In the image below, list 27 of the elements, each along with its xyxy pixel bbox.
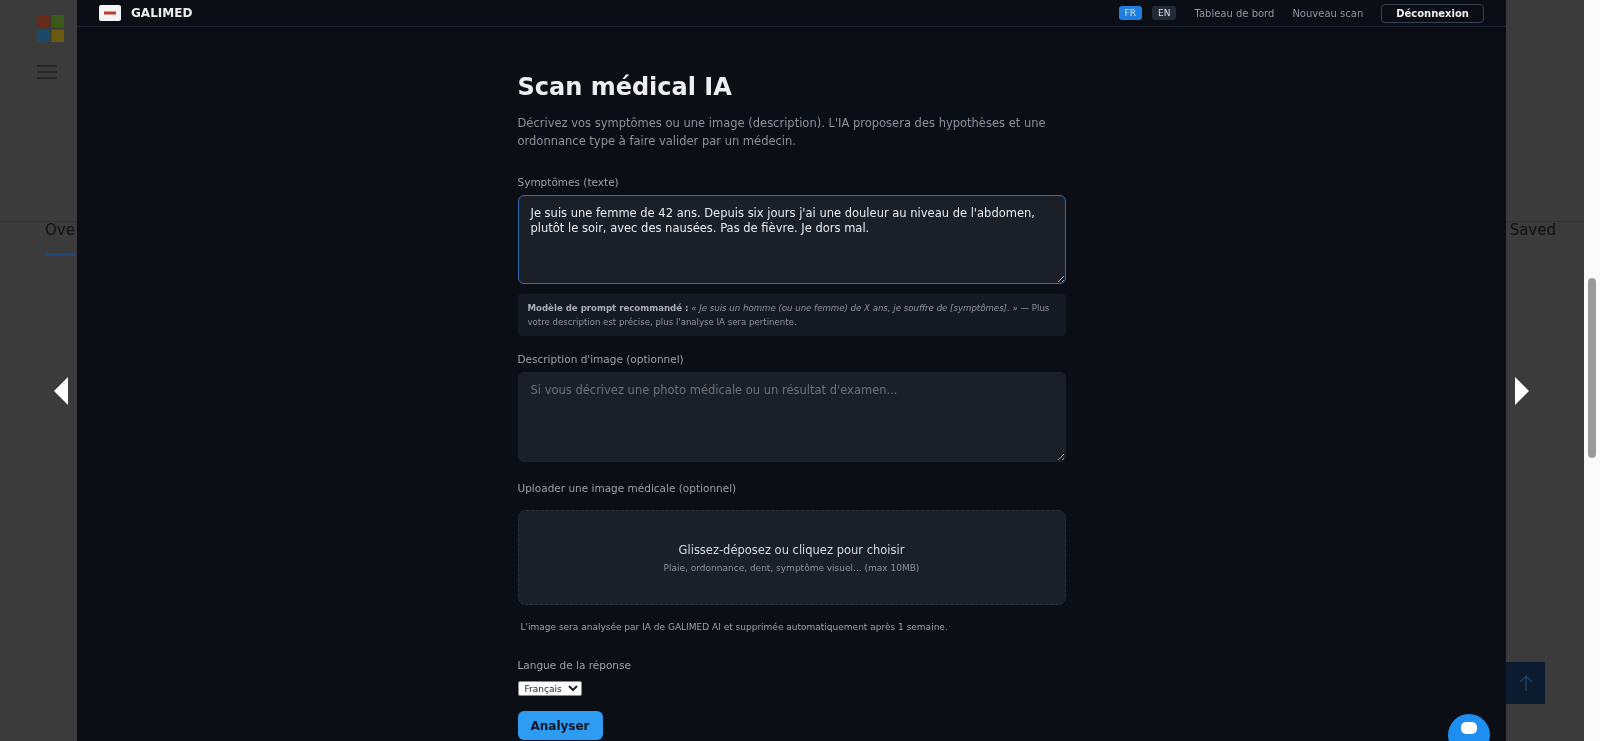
intro-text: Décrivez vos symptômes ou une image (description). L'IA proposera des hypothèses et une ordonnance type à faire valider par un médecin. [517, 115, 1047, 150]
up-arrow-icon [1518, 674, 1533, 692]
nav-link[interactable]: Tableau de bord [1194, 7, 1275, 19]
upload-dropzone[interactable]: Glissez-déposez ou cliquez pour choisir Plaie, ordonnance, dent, symptôme visuel... (max 10MB) [517, 510, 1066, 605]
analyze-button[interactable]: Analyser [517, 711, 603, 740]
chat-icon [1461, 722, 1477, 734]
nav-link[interactable]: Nouveau scan [1292, 7, 1364, 19]
brand-name: GALIMED [131, 6, 194, 20]
page-title: Scan médical IA [517, 73, 733, 101]
field-label: Langue de la réponse [517, 659, 632, 671]
previous-arrow-icon[interactable] [53, 376, 69, 406]
dropzone-title: Glissez-déposez ou cliquez pour choisir [678, 542, 905, 557]
field-label: Description d'image (optionnel) [517, 353, 685, 365]
image-description-field[interactable]: Si vous décrivez une photo médicale ou un résultat d'examen... [517, 372, 1066, 462]
logo-icon [99, 5, 121, 21]
scrollbar-thumb[interactable] [1588, 278, 1596, 458]
upload-note: L'image sera analysée par IA de GALIMED AI et supprimée automatiquement après 1 semaine. [520, 622, 949, 632]
language-button[interactable]: EN [1152, 6, 1177, 20]
dropzone-subtitle: Plaie, ordonnance, dent, symptôme visuel... (max 10MB) [663, 562, 920, 573]
windows-logo-icon [37, 15, 64, 42]
field-label: Symptômes (texte) [517, 176, 620, 188]
next-arrow-icon[interactable] [1514, 376, 1530, 406]
logout-button[interactable]: Déconnexion [1381, 3, 1484, 23]
symptoms-field[interactable]: Je suis une femme de 42 ans. Depuis six jours j'ai une douleur au niveau de l'abdomen, plutôt le soir, avec des nausées. Pas de fièvre. Je dors mal. [517, 195, 1066, 284]
prompt-hint: Modèle de prompt recommandé : « Je suis un homme (ou une femme) de X ans, je souffre de [symptômes]. » — Plus votre description est précise, plus l'analyse IA sera pertinente. [517, 294, 1066, 336]
language-select[interactable]: Français [517, 681, 582, 696]
field-label: Uploader une image médicale (optionnel) [517, 482, 738, 494]
